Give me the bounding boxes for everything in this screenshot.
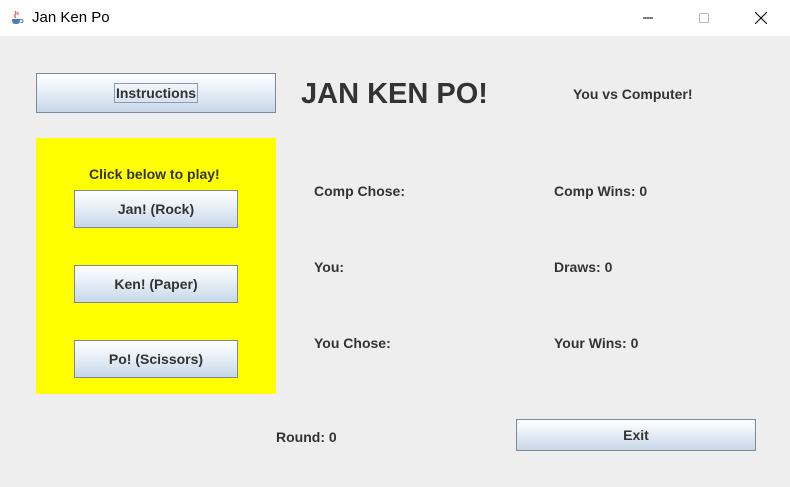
close-button[interactable] xyxy=(738,0,784,36)
round-label: Round: 0 xyxy=(276,429,337,445)
comp-chose-label: Comp Chose: xyxy=(314,183,405,199)
play-panel: Click below to play! Jan! (Rock) Ken! (P… xyxy=(36,138,276,394)
scissors-button[interactable]: Po! (Scissors) xyxy=(74,340,238,378)
paper-button[interactable]: Ken! (Paper) xyxy=(74,265,238,303)
title-bar: Jan Ken Po xyxy=(0,0,790,36)
window-title: Jan Ken Po xyxy=(32,9,110,26)
play-prompt: Click below to play! xyxy=(89,166,220,182)
close-icon xyxy=(755,12,767,24)
java-app-icon xyxy=(9,9,25,25)
draws-label: Draws: 0 xyxy=(554,259,613,275)
instructions-button[interactable]: Instructions xyxy=(36,73,276,113)
minimize-icon xyxy=(643,17,653,19)
comp-wins-label: Comp Wins: 0 xyxy=(554,183,648,199)
maximize-icon xyxy=(699,13,709,23)
minimize-button[interactable] xyxy=(625,0,671,36)
maximize-button[interactable] xyxy=(681,0,727,36)
instructions-label: Instructions xyxy=(113,83,199,103)
exit-button[interactable]: Exit xyxy=(516,419,756,451)
matchup-label: You vs Computer! xyxy=(573,86,693,102)
rock-button[interactable]: Jan! (Rock) xyxy=(74,190,238,228)
main-content: Instructions JAN KEN PO! You vs Computer… xyxy=(0,36,790,487)
game-title: JAN KEN PO! xyxy=(301,78,488,110)
you-label: You: xyxy=(314,259,345,275)
your-wins-label: Your Wins: 0 xyxy=(554,335,639,351)
you-chose-label: You Chose: xyxy=(314,335,391,351)
